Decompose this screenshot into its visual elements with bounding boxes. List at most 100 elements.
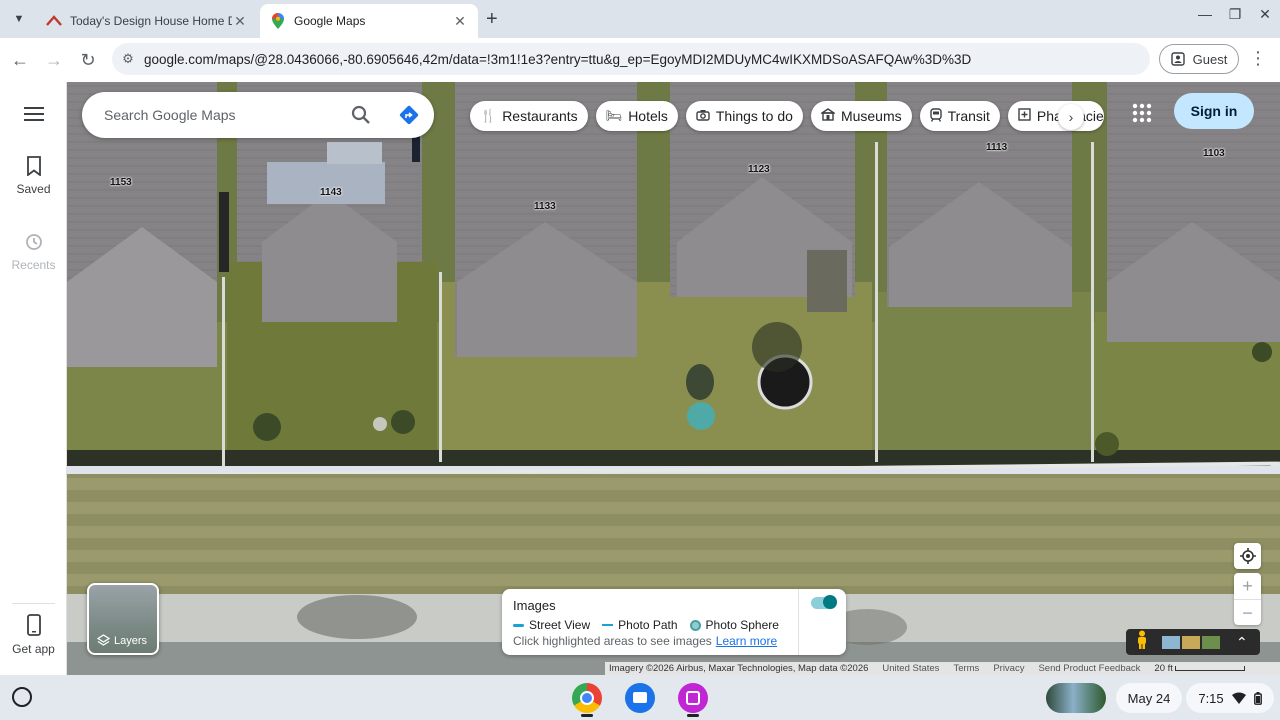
os-shelf: May 24 7:15 [0,675,1280,720]
thumbnail-3[interactable] [1202,635,1220,649]
layers-icon [97,634,110,646]
expand-up-icon[interactable]: ⌃ [1236,634,1248,651]
learn-more-link[interactable]: Learn more [716,634,777,648]
zoom-in-button[interactable]: + [1234,573,1261,599]
scale-bar [1174,665,1245,671]
screencast-app-icon[interactable] [678,683,708,713]
fork-knife-icon: 🍴 [480,108,497,123]
search-icon[interactable] [350,104,372,126]
house-number-label[interactable]: 1133 [534,201,556,212]
tab-title: Google Maps [294,14,366,28]
guest-profile-button[interactable]: Guest [1159,44,1239,74]
feedback-link[interactable]: Send Product Feedback [1038,663,1140,674]
menu-button[interactable] [0,106,67,125]
privacy-link[interactable]: Privacy [993,663,1024,674]
chip-label: Museums [840,108,902,124]
images-legend: Street View Photo Path Photo Sphere [513,618,779,632]
chip-transit[interactable]: Transit [919,101,1000,131]
bookmark-icon [26,156,41,176]
files-app-icon[interactable] [625,683,655,713]
legend-street-view: Street View [513,618,590,632]
chip-label: Restaurants [502,108,578,124]
satellite-imagery [67,82,1280,675]
close-tab-icon[interactable]: ✕ [232,13,248,30]
search-input[interactable] [104,107,334,123]
forward-arrow-icon[interactable]: → [42,48,66,72]
layers-button[interactable]: Layers [87,583,159,655]
chevron-right-icon[interactable]: › [1058,104,1084,130]
house-number-label[interactable]: 1153 [110,177,132,188]
saved-button[interactable]: Saved [0,156,67,196]
tab-search-button[interactable]: ▼ [8,8,30,30]
sign-in-button[interactable]: Sign in [1174,93,1254,129]
reload-icon[interactable]: ↻ [76,48,100,72]
chip-label: Things to do [715,108,793,124]
panel-divider [798,589,799,655]
saved-label: Saved [16,182,51,196]
site-info-icon[interactable]: ⚙ [112,51,144,67]
history-icon [25,234,42,250]
thumbnail-1[interactable] [1162,635,1180,649]
chip-hotels[interactable]: 🛏 Hotels [595,101,678,131]
running-indicator [581,714,593,717]
tab-design-house[interactable]: Today's Design House Home D ✕ [36,4,258,38]
tab-strip: ▼ Today's Design House Home D ✕ Google M… [0,0,1280,38]
images-title: Images [513,598,556,613]
museum-icon [819,108,837,124]
house-number-label[interactable]: 1123 [748,164,770,175]
chevron-down-icon: ▼ [13,13,25,25]
country-link[interactable]: United States [882,663,939,674]
chip-things-to-do[interactable]: Things to do [685,101,803,131]
search-box [82,92,434,138]
battery-icon [1253,691,1262,705]
scale-control[interactable]: 20 ft [1154,663,1245,674]
close-window-icon[interactable]: ✕ [1255,6,1275,23]
thumbnail-2[interactable] [1182,635,1200,649]
chrome-icon[interactable] [572,683,602,713]
rail-divider [12,603,55,604]
images-toggle[interactable] [811,595,837,609]
chip-museums[interactable]: Museums [810,101,912,131]
layers-label: Layers [114,634,148,647]
date-display[interactable]: May 24 [1116,683,1182,713]
house-icon [46,13,62,29]
zoom-controls: + − [1234,573,1261,625]
tote-thumbnail[interactable] [1046,683,1106,713]
camera-icon [696,109,710,124]
address-bar[interactable]: ⚙ google.com/maps/@28.0436066,-80.690564… [112,43,1150,75]
chip-restaurants[interactable]: 🍴 Restaurants [470,101,588,131]
google-apps-icon[interactable] [1130,101,1154,125]
minimize-icon[interactable]: — [1195,6,1215,22]
status-area[interactable]: 7:15 [1186,683,1274,713]
zoom-out-button[interactable]: − [1234,600,1261,626]
house-number-label[interactable]: 1113 [986,142,1007,153]
satellite-map[interactable] [67,82,1280,675]
imagery-thumbnails[interactable] [1162,635,1220,649]
pegman-icon[interactable] [1136,630,1148,655]
chip-pharmacies[interactable]: Pharmacies [1007,101,1104,131]
recents-label: Recents [11,258,56,272]
new-tab-button[interactable]: + [486,8,498,30]
images-hint: Click highlighted areas to see images Lea… [513,634,778,648]
house-number-label[interactable]: 1143 [320,187,342,198]
more-options-icon[interactable]: ⋮ [1248,48,1268,72]
photo-path-dash-icon [602,624,614,627]
chip-label: Hotels [628,108,668,124]
close-tab-icon[interactable]: ✕ [452,13,468,30]
house-number-label[interactable]: 1103 [1203,148,1225,159]
clock: 7:15 [1198,690,1224,706]
recents-button[interactable]: Recents [0,232,67,272]
terms-link[interactable]: Terms [953,663,979,674]
back-arrow-icon[interactable]: ← [8,48,32,72]
launcher-icon[interactable] [12,687,32,707]
my-location-button[interactable] [1234,543,1261,569]
maps-pin-icon [270,13,286,29]
get-app-button[interactable]: Get app [0,614,67,656]
map-attribution: Imagery ©2026 Airbus, Maxar Technologies… [605,662,1280,675]
guest-label: Guest [1192,51,1228,67]
directions-icon[interactable] [398,104,420,126]
restore-icon[interactable]: ❐ [1225,6,1245,23]
legend-photo-path: Photo Path [602,618,678,632]
tab-google-maps[interactable]: Google Maps ✕ [260,4,478,38]
url-text[interactable]: google.com/maps/@28.0436066,-80.6905646,… [144,52,971,67]
